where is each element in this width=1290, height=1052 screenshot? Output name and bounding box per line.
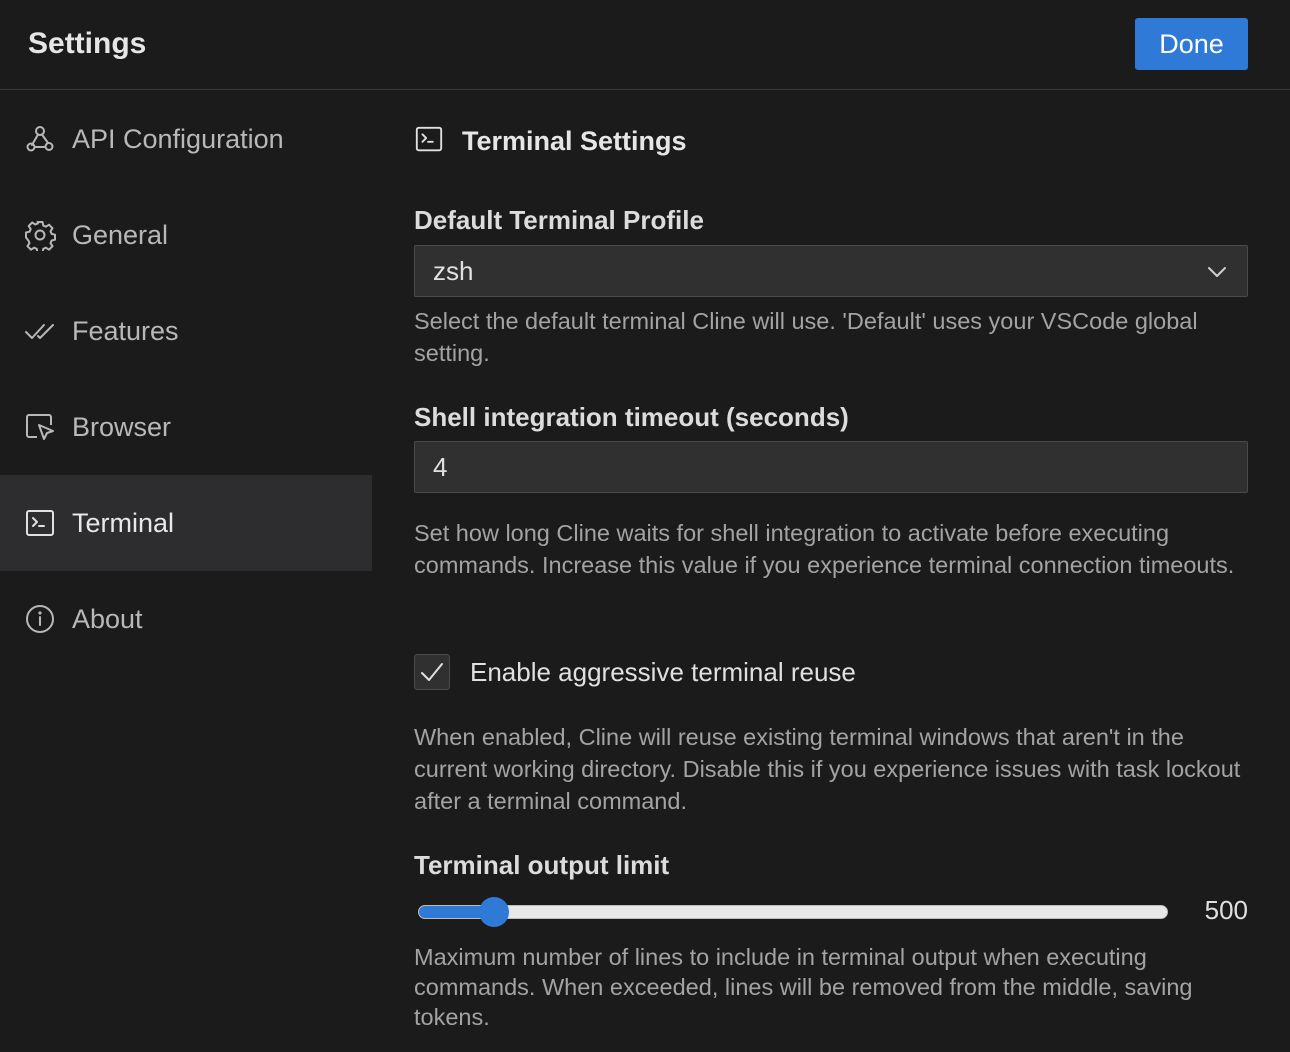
aggressive-reuse-checkbox[interactable] xyxy=(414,654,450,690)
chevron-down-icon xyxy=(1205,260,1229,289)
aggressive-reuse-label[interactable]: Enable aggressive terminal reuse xyxy=(470,657,856,688)
settings-header: Settings Done xyxy=(0,0,1290,90)
sidebar-item-terminal[interactable]: Terminal xyxy=(0,475,372,571)
info-icon xyxy=(24,603,56,635)
aggressive-reuse-description: When enabled, Cline will reuse existing … xyxy=(414,724,1241,814)
sidebar-item-label: Terminal xyxy=(72,507,175,538)
done-button[interactable]: Done xyxy=(1135,18,1248,70)
section-header: Terminal Settings xyxy=(414,123,687,159)
output-limit-label: Terminal output limit xyxy=(414,850,670,880)
aggressive-reuse-row: Enable aggressive terminal reuse xyxy=(414,653,856,691)
section-title: Terminal Settings xyxy=(462,125,687,156)
output-limit-description: Maximum number of lines to include in te… xyxy=(414,944,1193,1030)
sidebar-item-about[interactable]: About xyxy=(0,571,372,667)
sidebar-item-label: About xyxy=(72,603,143,634)
select-value: zsh xyxy=(433,255,474,286)
sidebar-item-label: API Configuration xyxy=(72,123,284,154)
shell-timeout-description: Set how long Cline waits for shell integ… xyxy=(414,520,1235,578)
sidebar-item-general[interactable]: General xyxy=(0,187,372,283)
terminal-icon xyxy=(414,124,444,159)
page-title: Settings xyxy=(28,27,147,60)
webhook-icon xyxy=(24,123,56,155)
browser-cursor-icon xyxy=(24,411,56,443)
terminal-profile-label: Default Terminal Profile xyxy=(414,205,704,235)
output-limit-value: 500 xyxy=(1204,895,1248,925)
terminal-icon xyxy=(24,507,56,539)
sidebar-item-api-configuration[interactable]: API Configuration xyxy=(0,91,372,187)
sidebar-item-features[interactable]: Features xyxy=(0,283,372,379)
sidebar-item-label: Features xyxy=(72,315,179,346)
sidebar-item-browser[interactable]: Browser xyxy=(0,379,372,475)
shell-timeout-input[interactable] xyxy=(414,441,1248,493)
output-limit-slider[interactable] xyxy=(418,897,1168,927)
checkmark-icon xyxy=(421,663,443,681)
slider-thumb[interactable] xyxy=(478,897,509,927)
check-all-icon xyxy=(24,315,56,347)
terminal-profile-select[interactable]: zsh xyxy=(414,245,1248,297)
shell-timeout-label: Shell integration timeout (seconds) xyxy=(414,402,849,432)
sidebar-item-label: Browser xyxy=(72,411,172,442)
sidebar-item-label: General xyxy=(72,219,169,250)
terminal-profile-description: Select the default terminal Cline will u… xyxy=(414,308,1198,366)
gear-icon xyxy=(24,219,56,251)
settings-sidebar: API Configuration General Features Brows… xyxy=(0,91,372,1052)
